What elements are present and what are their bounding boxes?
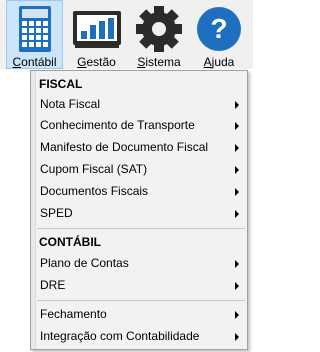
menu-item-plano-de-contas[interactable]: Plano de Contas [34,253,245,274]
submenu-arrow-icon [235,210,239,218]
section-header-fiscal: FISCAL [39,77,83,91]
menu-item-fechamento[interactable]: Fechamento [34,304,245,325]
help-icon: ? [193,5,245,53]
submenu-arrow-icon [235,311,239,319]
ajuda-label: Ajuda [203,55,235,69]
gear-icon [133,5,185,53]
menu-item-sped[interactable]: SPED [34,203,245,224]
menu-item-nota-fiscal[interactable]: Nota Fiscal [34,94,245,115]
menu-item-documentos-fiscais[interactable]: Documentos Fiscais [34,181,245,202]
menu-item-cupom-fiscal[interactable]: Cupom Fiscal (SAT) [34,159,245,180]
contabil-button[interactable]: Contábil [6,0,63,69]
help-glyph: ? [210,13,228,44]
menu-separator [37,300,245,301]
menu-item-dre[interactable]: DRE [34,275,245,296]
ajuda-button[interactable]: ? Ajuda [192,0,246,69]
submenu-arrow-icon [235,101,239,109]
gestao-label: Gestão [77,55,116,69]
menu-separator [37,228,245,229]
sistema-button[interactable]: Sistema [131,0,187,69]
gestao-button[interactable]: Gestão [69,0,124,69]
contabil-label: Contábil [12,55,57,69]
sistema-label: Sistema [137,55,181,69]
contabil-dropdown-menu: FISCAL Nota Fiscal Conhecimento de Trans… [30,70,248,350]
menu-item-conhecimento-transporte[interactable]: Conhecimento de Transporte [34,115,245,136]
submenu-arrow-icon [235,144,239,152]
submenu-arrow-icon [235,260,239,268]
chart-monitor-icon [71,5,123,53]
submenu-arrow-icon [235,122,239,130]
submenu-arrow-icon [235,333,239,341]
menu-item-manifesto[interactable]: Manifesto de Documento Fiscal [34,137,245,158]
main-toolbar: Contábil Gestão Sistema ? Ajuda [0,0,253,69]
submenu-arrow-icon [235,282,239,290]
menu-item-integracao-contabilidade[interactable]: Integração com Contabilidade [34,326,245,347]
calculator-icon [9,5,61,53]
application-window: Contábil Gestão Sistema ? Ajuda FISCAL N… [0,0,253,352]
submenu-arrow-icon [235,166,239,174]
submenu-arrow-icon [235,188,239,196]
section-header-contabil: CONTÁBIL [39,235,101,249]
